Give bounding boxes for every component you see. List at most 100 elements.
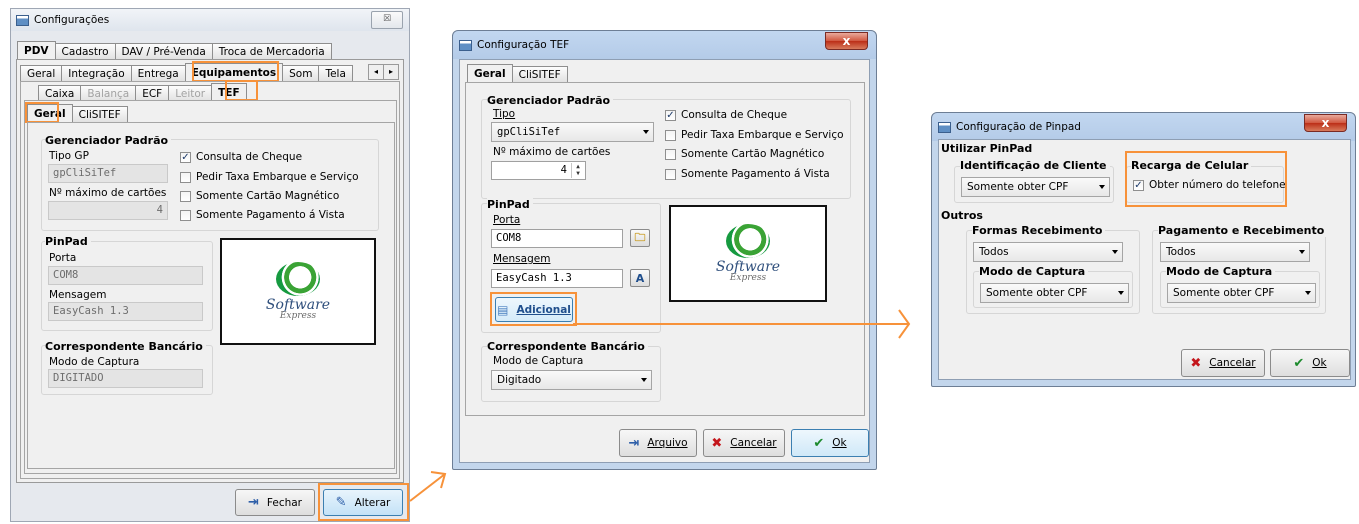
tab-tef-clisitef[interactable]: CliSITEF (71, 106, 128, 122)
porta-config-button[interactable]: 🗀 (630, 229, 650, 247)
flow-arrow-1 (409, 471, 447, 502)
chevron-down-icon (643, 130, 649, 134)
chk-taxa-label: Pedir Taxa Embarque e Serviço (196, 171, 359, 183)
chk-cartao-magnetico: Somente Cartão Magnético (180, 190, 339, 202)
pagamento-modo-select[interactable]: Somente obter CPF (1167, 283, 1316, 303)
tipo-gp-label: Tipo GP (49, 150, 89, 162)
pdv-sub-tabs: Geral Integração Entrega Equipamentos So… (20, 63, 353, 81)
tef-tabs: Geral CliSITEF (467, 64, 568, 82)
modo-captura-select[interactable]: Digitado (491, 370, 652, 390)
chk-avista-label: Somente Pagamento á Vista (681, 168, 830, 180)
tab-ecf[interactable]: ECF (135, 85, 170, 101)
tipo-label: Tipo (493, 108, 516, 120)
checkbox-empty (180, 190, 191, 202)
max-cartoes-label: Nº máximo de cartões (493, 146, 611, 158)
title-bar: Configuração de Pinpad (932, 113, 1355, 141)
exit-door-icon: ⇥ (247, 495, 259, 510)
tab-dav-pre-venda[interactable]: DAV / Pré-Venda (114, 43, 213, 59)
software-express-icon (275, 262, 320, 296)
utilizar-pinpad-title: Utilizar PinPad (941, 142, 1033, 155)
close-button[interactable]: x (825, 32, 868, 50)
max-cartoes-stepper[interactable]: 4 ▲ ▼ (491, 161, 586, 180)
max-cartoes-label: Nº máximo de cartões (49, 187, 167, 199)
tab-geral[interactable]: Geral (467, 64, 513, 82)
window-title: Configuração de Pinpad (956, 121, 1081, 133)
cancelar-label: Cancelar (730, 437, 777, 449)
close-button[interactable]: ☒ (371, 11, 403, 29)
formas-select[interactable]: Todos (973, 242, 1123, 262)
chevron-down-icon (641, 378, 647, 382)
tab-scroll-right[interactable]: ▸ (383, 64, 399, 80)
chk-taxa-embarque[interactable]: Pedir Taxa Embarque e Serviço (665, 129, 844, 141)
chk-pagamento-avista[interactable]: Somente Pagamento á Vista (665, 168, 830, 180)
checkbox-empty[interactable] (665, 148, 676, 160)
porta-field: COM8 (48, 266, 203, 285)
chk-consulta-cheque: ✓ Consulta de Cheque (180, 151, 302, 163)
modo-captura-label: Modo de Captura (493, 355, 584, 367)
chk-taxa-embarque: Pedir Taxa Embarque e Serviço (180, 171, 359, 183)
checkbox-empty[interactable] (665, 168, 676, 180)
tab-caixa[interactable]: Caixa (38, 85, 82, 101)
tab-som[interactable]: Som (282, 65, 320, 81)
checkbox-empty[interactable] (665, 129, 676, 141)
chevron-down-icon (1305, 291, 1311, 295)
arquivo-button[interactable]: ⇥ Arquivo (619, 429, 697, 457)
chk-cartao-magnetico[interactable]: Somente Cartão Magnético (665, 148, 824, 160)
cancelar-button[interactable]: ✖ Cancelar (1181, 349, 1265, 377)
tab-integracao[interactable]: Integração (61, 65, 132, 81)
outros-title: Outros (941, 209, 983, 222)
software-express-logo: Software Express (669, 205, 827, 302)
porta-label: Porta (49, 252, 77, 264)
tab-troca-de-mercadoria[interactable]: Troca de Mercadoria (211, 43, 332, 59)
tab-geral[interactable]: Geral (20, 65, 63, 81)
porta-field[interactable]: COM8 (491, 229, 623, 248)
chk-consulta-label: Consulta de Cheque (196, 151, 303, 163)
highlight-alterar (318, 483, 409, 521)
modo-captura-label: Modo de Captura (49, 356, 140, 368)
close-button[interactable]: x (1304, 114, 1347, 132)
highlight-tef-geral (25, 102, 59, 123)
tab-balanca: Balança (80, 85, 137, 101)
tab-scroll-left[interactable]: ◂ (368, 64, 384, 80)
font-button[interactable]: A (630, 269, 650, 287)
checkbox-empty (180, 209, 191, 221)
formas-modo-select[interactable]: Somente obter CPF (980, 283, 1129, 303)
mensagem-field[interactable]: EasyCash 1.3 (491, 269, 623, 288)
fechar-label: Fechar (266, 496, 302, 509)
chevron-down-icon (1112, 250, 1118, 254)
chk-avista-label: Somente Pagamento á Vista (196, 209, 345, 221)
tab-tela[interactable]: Tela (318, 65, 353, 81)
checkbox-checked[interactable]: ✓ (665, 109, 676, 121)
ok-button[interactable]: ✔ Ok (1270, 349, 1350, 377)
pagamento-title: Pagamento e Recebimento (1158, 224, 1328, 237)
logo-line2: Express (279, 311, 317, 321)
fechar-button[interactable]: ⇥ Fechar (235, 489, 315, 516)
cancelar-button[interactable]: ✖ Cancelar (703, 429, 785, 457)
pinpad-title: PinPad (45, 235, 91, 248)
tab-clisitef[interactable]: CliSITEF (511, 66, 568, 82)
app-icon (459, 39, 472, 51)
porta-label: Porta (493, 214, 521, 226)
tab-cadastro[interactable]: Cadastro (54, 43, 116, 59)
pinpad-title: PinPad (487, 198, 533, 211)
identificacao-select[interactable]: Somente obter CPF (961, 177, 1110, 197)
gerenciador-title: Gerenciador Padrão (45, 134, 172, 147)
equipamentos-sub-tabs: Caixa Balança ECF Leitor TEF (38, 83, 247, 101)
main-tabs: PDV Cadastro DAV / Pré-Venda Troca de Me… (17, 41, 332, 59)
tipo-select[interactable]: gpCliSiTef (491, 122, 654, 142)
modo-captura-value: Digitado (497, 374, 542, 386)
chk-consulta-cheque[interactable]: ✓ Consulta de Cheque (665, 109, 787, 121)
spin-arrows-icon[interactable]: ▲ ▼ (571, 163, 584, 178)
configuracao-tef-window: Configuração TEF x Geral CliSITEF Gerenc… (452, 30, 877, 470)
tab-leitor: Leitor (168, 85, 213, 101)
highlight-adicional (490, 292, 577, 326)
chk-pagamento-avista: Somente Pagamento á Vista (180, 209, 345, 221)
tab-entrega[interactable]: Entrega (130, 65, 186, 81)
identificacao-title: Identificação de Cliente (960, 159, 1110, 172)
pagamento-select[interactable]: Todos (1160, 242, 1310, 262)
ok-button[interactable]: ✔ Ok (791, 429, 869, 457)
highlight-equipamentos (192, 61, 279, 82)
configuracoes-window: Configurações ☒ PDV Cadastro DAV / Pré-V… (10, 8, 410, 522)
gerenciador-title: Gerenciador Padrão (487, 94, 614, 107)
tab-pdv[interactable]: PDV (17, 41, 56, 59)
